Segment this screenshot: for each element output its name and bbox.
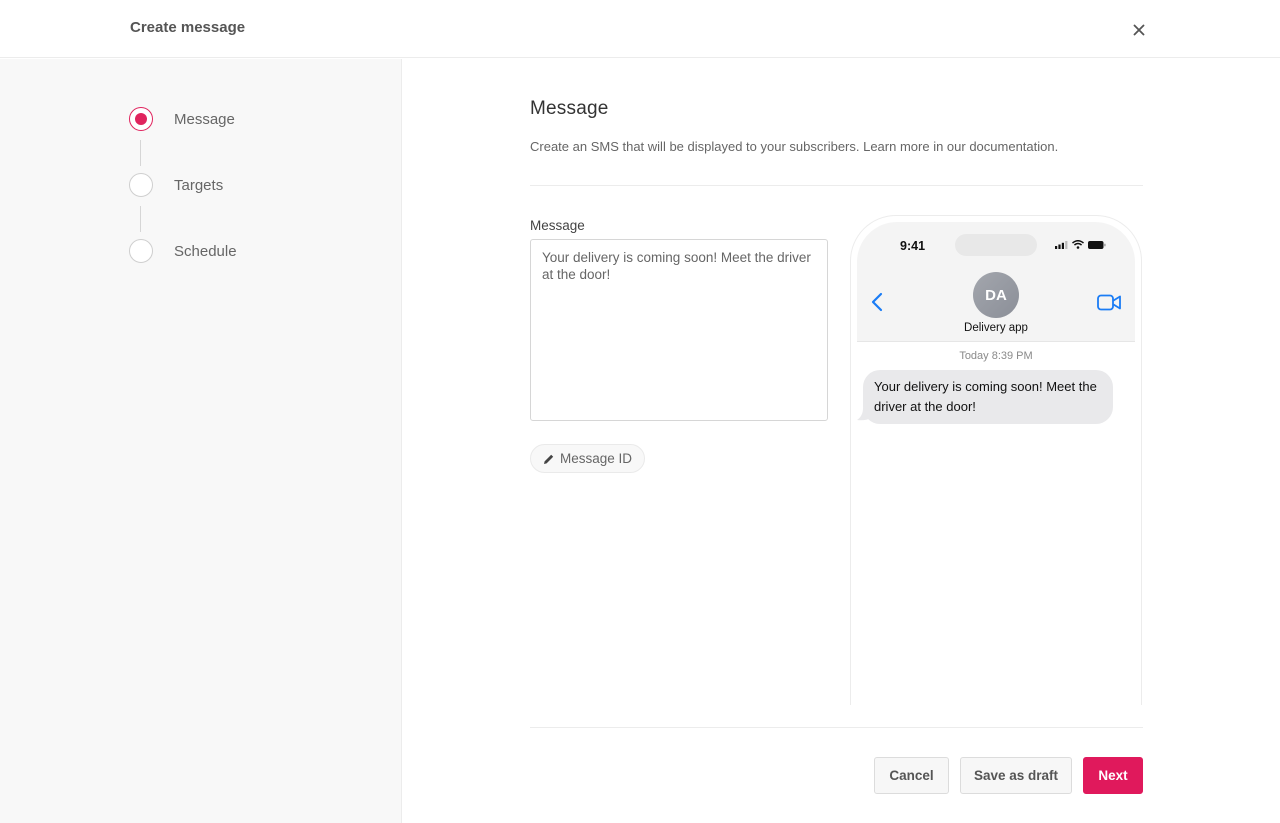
step-connector xyxy=(140,206,141,232)
step-schedule[interactable]: Schedule xyxy=(129,239,237,263)
status-icons xyxy=(1055,240,1106,249)
cancel-button[interactable]: Cancel xyxy=(874,757,949,794)
step-targets[interactable]: Targets xyxy=(129,173,223,197)
battery-icon xyxy=(1088,240,1106,249)
close-icon xyxy=(1133,24,1145,36)
phone-header: 9:41 DA Delivery app xyxy=(857,222,1135,342)
stepper-sidebar: Message Targets Schedule xyxy=(0,59,402,823)
video-camera-icon xyxy=(1097,294,1121,311)
step-label: Schedule xyxy=(174,242,237,260)
close-button[interactable] xyxy=(1129,20,1149,40)
message-bubble: Your delivery is coming soon! Meet the d… xyxy=(863,370,1113,424)
wifi-icon xyxy=(1072,240,1084,249)
divider xyxy=(530,727,1143,728)
message-id-button[interactable]: Message ID xyxy=(530,444,646,473)
signal-icon xyxy=(1055,240,1068,249)
message-timestamp: Today 8:39 PM xyxy=(959,350,1033,362)
message-id-label: Message ID xyxy=(560,451,633,466)
dynamic-island xyxy=(955,234,1037,256)
contact-name: Delivery app xyxy=(964,322,1028,334)
step-label: Targets xyxy=(174,176,224,194)
top-bar: Create message xyxy=(0,0,1280,58)
contact-avatar: DA xyxy=(973,272,1019,318)
step-label: Message xyxy=(174,110,235,128)
pencil-icon xyxy=(544,454,554,464)
section-title: Message xyxy=(530,98,609,119)
next-button[interactable]: Next xyxy=(1083,757,1143,794)
step-message[interactable]: Message xyxy=(129,107,235,131)
sms-preview-phone: 9:41 DA Delivery app Today 8:39 PM Your … xyxy=(850,215,1142,705)
message-field-label: Message xyxy=(530,218,585,233)
back-button[interactable] xyxy=(871,292,883,317)
save-draft-button[interactable]: Save as draft xyxy=(960,757,1072,794)
section-description: Create an SMS that will be displayed to … xyxy=(530,139,1059,154)
dialog-title: Create message xyxy=(130,19,246,36)
step-connector xyxy=(140,140,141,166)
step-indicator-active xyxy=(129,107,153,131)
divider xyxy=(530,185,1143,186)
main-content: Message Create an SMS that will be displ… xyxy=(403,59,1280,823)
step-indicator xyxy=(129,173,153,197)
chevron-left-icon xyxy=(871,292,883,312)
message-textarea[interactable]: Your delivery is coming soon! Meet the d… xyxy=(530,239,828,421)
status-time: 9:41 xyxy=(900,239,926,253)
step-indicator xyxy=(129,239,153,263)
video-call-button[interactable] xyxy=(1097,294,1122,316)
